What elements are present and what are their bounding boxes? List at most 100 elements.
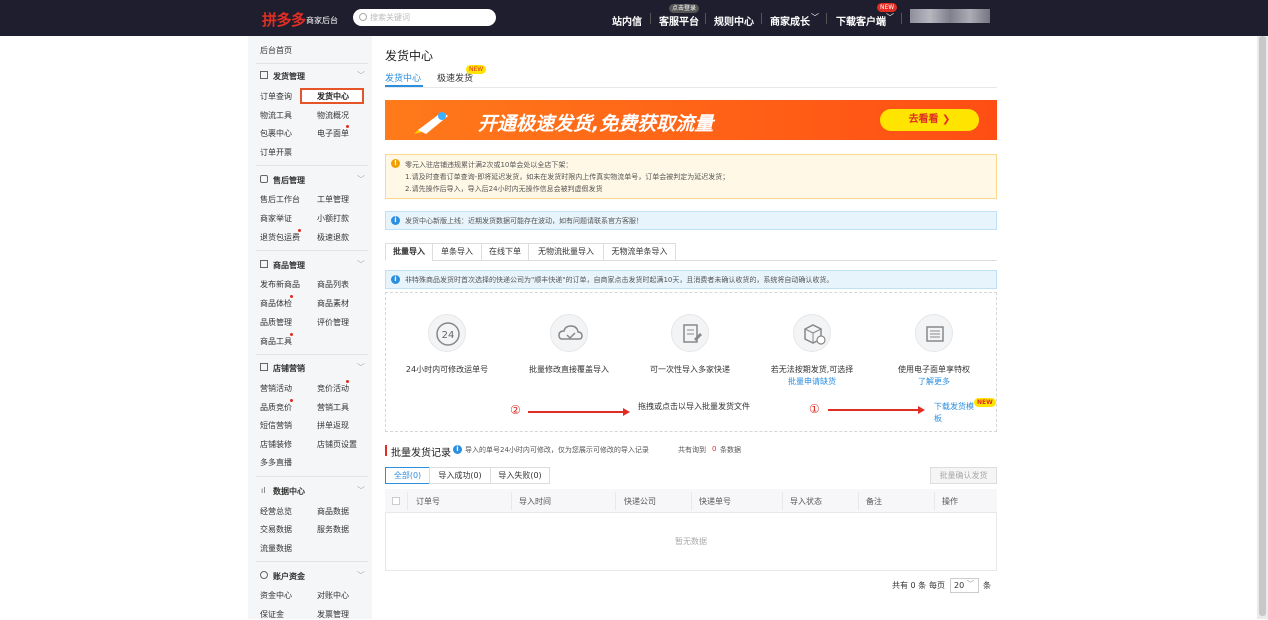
nav-rules-center[interactable]: 规则中心 [714,13,754,28]
nav-download-client[interactable]: 下载客户端 [836,13,886,28]
banner-see-more-button[interactable]: 去看看 ❯ [880,109,979,131]
nav-divider [826,13,827,24]
sidebar-divider [256,354,368,355]
sidebar-item-quality-management[interactable]: 品质管理 [260,317,292,328]
chevron-down-icon[interactable]: ﹀ [357,174,365,185]
sidebar-item-live-streaming[interactable]: 多多直播 [260,457,292,468]
sidebar-item-bidding-activities[interactable]: 竞价活动 [317,383,349,394]
sidebar-item-package-center[interactable]: 包裹中心 [260,128,292,139]
sidebar-item-transaction-data[interactable]: 交易数据 [260,524,292,535]
tab-online-order[interactable]: 在线下单 [481,243,529,261]
sidebar-item-reconciliation[interactable]: 对账中心 [317,590,349,601]
tab-single-import[interactable]: 单条导入 [432,243,482,261]
page-title: 发货中心 [385,49,434,63]
page-size-select[interactable]: 20 [950,578,979,593]
sidebar-item-publish-product[interactable]: 发布新商品 [260,279,300,290]
sidebar-item-cashback[interactable]: 拼单返现 [317,420,349,431]
tab-batch-import[interactable]: 批量导入 [385,243,433,261]
filter-failed[interactable]: 导入失败(0) [490,467,550,484]
sidebar-item-merchant-evidence[interactable]: 商家举证 [260,213,292,224]
sidebar-item-sms-marketing[interactable]: 短信营销 [260,420,292,431]
batch-confirm-shipping-button[interactable]: 批量确认发货 [930,467,997,484]
batch-apply-out-of-stock-link[interactable]: 批量申请缺货 [788,376,836,387]
bar-chart-icon: ıl [261,486,266,495]
chevron-down-icon[interactable]: ﹀ [357,70,365,81]
wallet-icon [260,571,268,579]
tab-no-logistics-single[interactable]: 无物流单条导入 [603,243,676,261]
sidebar-item-marketing-tools[interactable]: 营销工具 [317,402,349,413]
nav-customer-service[interactable]: 客服平台 [659,13,699,28]
scrollbar-thumb[interactable] [1259,36,1266,616]
nav-messages[interactable]: 站内信 [612,13,642,28]
red-dot-badge [298,229,301,232]
red-dot-badge [346,380,349,383]
chevron-down-icon[interactable]: ﹀ [357,570,365,581]
select-all-checkbox[interactable] [392,497,400,505]
sidebar-item-invoicing[interactable]: 订单开票 [260,147,292,158]
search-icon [359,13,367,21]
new-badge: NEW [974,398,996,407]
sidebar-item-small-payment[interactable]: 小额打款 [317,213,349,224]
cloud-upload-icon [550,314,588,352]
chevron-down-icon[interactable]: ﹀ [357,259,365,270]
sidebar-item-store-page-settings[interactable]: 店铺页设置 [317,439,357,450]
sidebar-group-products[interactable]: 商品管理 [273,260,305,271]
search-input[interactable] [353,9,496,26]
chevron-down-icon[interactable]: ﹀ [357,362,365,373]
nav-merchant-growth[interactable]: 商家成长 [770,13,810,28]
sidebar-item-product-list[interactable]: 商品列表 [317,279,349,290]
records-count-suffix: 条数据 [720,446,741,454]
sidebar-item-quick-refund[interactable]: 极速退款 [317,232,349,243]
info-icon: i [391,275,400,284]
sidebar-group-data-center[interactable]: 数据中心 [273,486,305,497]
chevron-down-icon[interactable]: ﹀ [357,485,365,496]
account-avatar[interactable] [910,9,990,23]
filter-all[interactable]: 全部(0) [385,467,430,484]
sidebar-item-traffic-data[interactable]: 流量数据 [260,543,292,554]
sidebar-item-business-overview[interactable]: 经营总览 [260,506,292,517]
sidebar-item-quality-bidding[interactable]: 品质竞价 [260,402,292,413]
sidebar-item-return-shipping[interactable]: 退货包运费 [260,232,300,243]
sidebar-item-deposit[interactable]: 保证金 [260,609,284,620]
sidebar-group-after-sales[interactable]: 售后管理 [273,175,305,186]
upload-drop-text[interactable]: 拖拽或点击以导入批量发货文件 [638,401,750,412]
after-sales-icon [260,175,268,183]
filter-success[interactable]: 导入成功(0) [429,467,491,484]
sidebar-item-product-checkup[interactable]: 商品体检 [260,298,292,309]
sidebar-item-invoice-management[interactable]: 发票管理 [317,609,349,620]
pinduoduo-logo[interactable]: 拼多多 [262,9,306,30]
red-dot-badge [346,125,349,128]
sidebar-item-service-data[interactable]: 服务数据 [317,524,349,535]
sidebar-item-order-query[interactable]: 订单查询 [260,91,292,102]
sidebar-group-marketing[interactable]: 店铺营销 [273,363,305,374]
nav-divider [705,13,706,24]
page-size-value: 20 [954,581,965,590]
sidebar-item-funds-center[interactable]: 资金中心 [260,590,292,601]
sidebar-item-home[interactable]: 后台首页 [260,45,292,56]
column-header: 快递公司 [624,497,656,506]
sidebar-item-logistics-tools[interactable]: 物流工具 [260,110,292,121]
sidebar-item-shipping-center[interactable]: 发货中心 [317,91,349,102]
tab-no-logistics-batch[interactable]: 无物流批量导入 [528,243,604,261]
sidebar-group-shipping[interactable]: 发货管理 [273,71,305,82]
sidebar-item-product-assets[interactable]: 商品素材 [317,298,349,309]
sidebar-item-marketing-activities[interactable]: 营销活动 [260,383,292,394]
sidebar-item-store-decoration[interactable]: 店铺装修 [260,439,292,450]
column-divider [511,492,512,510]
empty-state: 暂无数据 [675,537,707,546]
tab-divider [676,260,997,261]
sidebar-item-product-data[interactable]: 商品数据 [317,506,349,517]
sidebar-item-logistics-overview[interactable]: 物流概况 [317,110,349,121]
sidebar-item-ticket-management[interactable]: 工单管理 [317,194,349,205]
tab-divider [385,87,997,88]
sidebar-divider [256,476,368,477]
sidebar-item-after-sales-workbench[interactable]: 售后工作台 [260,194,300,205]
sidebar-group-account-funds[interactable]: 账户资金 [273,571,305,582]
download-template-link[interactable]: 下载发货模板 [934,401,974,425]
feature-text: 使用电子面单享特权 [898,365,970,374]
learn-more-link[interactable]: 了解更多 [918,376,950,387]
sidebar-item-product-tools[interactable]: 商品工具 [260,336,292,347]
sidebar-item-review-management[interactable]: 评价管理 [317,317,349,328]
sidebar-item-e-waybill[interactable]: 电子面单 [317,128,349,139]
tab-shipping-center[interactable]: 发货中心 [385,71,421,84]
